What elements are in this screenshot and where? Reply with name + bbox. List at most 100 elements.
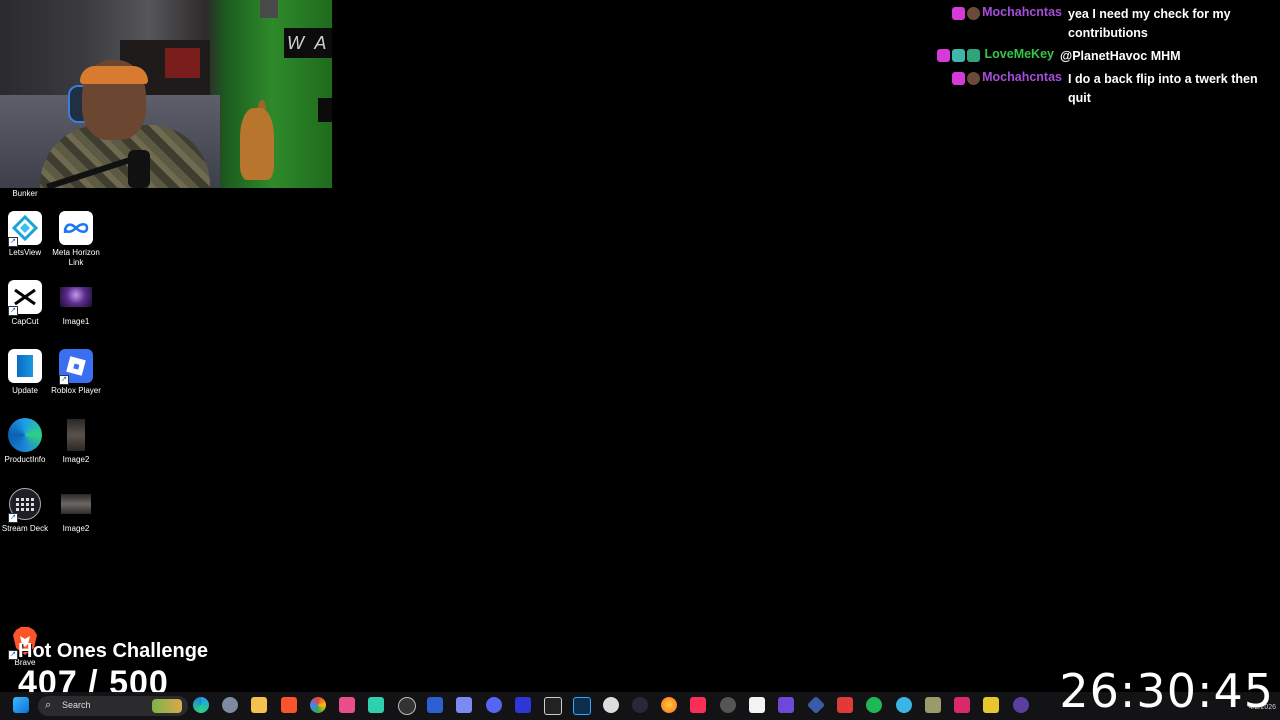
challenge-title: Hot Ones Challenge [18, 640, 209, 662]
webcam-shelf-item [165, 48, 200, 78]
update-icon [8, 349, 42, 383]
app-icon[interactable] [749, 697, 765, 713]
desktop-icon-label: Stream Deck [1, 524, 49, 533]
app-icon[interactable] [954, 697, 970, 713]
wall-sign: W A [284, 28, 332, 58]
shortcut-arrow-icon: ↗ [8, 513, 18, 523]
start-icon[interactable] [13, 697, 29, 713]
desktop-icon-letsview[interactable]: ↗ LetsView [0, 211, 50, 258]
gamepad-icon[interactable] [456, 697, 472, 713]
shortcut-arrow-icon: ↗ [8, 650, 18, 660]
chat-badges [932, 47, 980, 66]
chat-username: LoveMeKey [984, 47, 1054, 61]
chat-message: LoveMeKey @PlanetHavoc MHM [937, 47, 1275, 66]
chat-message: Mochahcntas I do a back flip into a twer… [940, 70, 1275, 108]
app-icon[interactable] [925, 697, 941, 713]
app-icon[interactable] [368, 697, 384, 713]
itunes-icon[interactable] [690, 697, 706, 713]
roblox-icon: ↗ [59, 349, 93, 385]
photoshop-icon[interactable] [573, 697, 591, 715]
app-icon[interactable] [544, 697, 562, 715]
settings-icon[interactable] [222, 697, 238, 713]
desktop-icon-label: Roblox Player [51, 386, 101, 395]
app-icon[interactable] [339, 697, 355, 713]
spotify-icon[interactable] [866, 697, 882, 713]
desktop-icon-label: Image2 [62, 524, 90, 533]
desktop-icon-label: Meta Horizon Link [52, 248, 100, 267]
edge-icon[interactable] [193, 697, 209, 713]
edge-icon [8, 418, 42, 452]
desktop-icon-image1[interactable]: Image1 [51, 280, 101, 327]
search-label: Search [62, 700, 91, 710]
discord-icon[interactable] [486, 697, 502, 713]
search-highlight-icon [152, 699, 182, 713]
sub-badge-icon [952, 7, 965, 20]
chat-text: I do a back flip into a twerk then quit [1068, 72, 1258, 105]
kangaroo-plush [240, 108, 274, 180]
chat-text: yea I need my check for my contributions [1068, 7, 1231, 40]
stream-timer: 26:30:45 [1059, 664, 1274, 718]
file-explorer-icon[interactable] [251, 697, 267, 713]
chrome-icon[interactable] [310, 697, 326, 713]
chat-username: Mochahcntas [982, 70, 1062, 84]
image-thumbnail-icon [59, 487, 93, 521]
image-thumbnail-icon [59, 280, 93, 314]
desktop-label-bunker[interactable]: Bunker [0, 189, 50, 198]
app-icon[interactable] [896, 697, 912, 713]
taskbar-search[interactable]: ⌕ Search [38, 696, 188, 716]
app-icon[interactable] [778, 697, 794, 713]
desktop-icon-label: Image1 [62, 317, 90, 326]
desktop-icon-label: LetsView [8, 248, 42, 257]
desktop-icon-stream-deck[interactable]: ↗ Stream Deck [0, 487, 50, 534]
chat-text: @PlanetHavoc MHM [1060, 49, 1181, 63]
desktop-icon-label: Image2 [62, 455, 90, 464]
webcam-light [260, 0, 278, 18]
microphone [128, 150, 150, 188]
wall-sign-small [318, 98, 332, 122]
chat-badges [940, 5, 980, 43]
app-icon[interactable] [1013, 697, 1029, 713]
vegas-icon[interactable] [515, 697, 531, 713]
chat-badges [940, 70, 980, 108]
desktop-icon-productinfo[interactable]: ProductInfo [0, 418, 50, 465]
brave-icon[interactable] [281, 697, 297, 713]
sub-badge-icon [952, 72, 965, 85]
desktop-icon-label: CapCut [11, 317, 39, 326]
chat-message: Mochahcntas yea I need my check for my c… [940, 5, 1275, 43]
chat-overlay: Mochahcntas yea I need my check for my c… [937, 5, 1275, 112]
desktop-icon-image2-b[interactable]: Image2 [51, 487, 101, 534]
webcam-overlay: W A [0, 0, 332, 188]
sub-badge-icon [937, 49, 950, 62]
image-thumbnail-icon [59, 418, 93, 452]
obs-icon[interactable] [398, 697, 416, 715]
firefox-icon[interactable] [661, 697, 677, 713]
app-icon[interactable] [427, 697, 443, 713]
capcut-icon: ↗ [8, 280, 42, 316]
app-icon[interactable] [806, 695, 826, 715]
gift-badge-icon [952, 49, 965, 62]
app-icon[interactable] [632, 697, 648, 713]
meta-icon [59, 211, 93, 245]
chat-username: Mochahcntas [982, 5, 1062, 19]
app-icon[interactable] [837, 697, 853, 713]
search-icon: ⌕ [45, 699, 52, 711]
desktop-icon-update[interactable]: Update [0, 349, 50, 396]
desktop-icon-label: Update [12, 386, 38, 395]
avatar-badge-icon [967, 72, 980, 85]
desktop-icon-capcut[interactable]: ↗ CapCut [0, 280, 50, 327]
headband [80, 66, 148, 84]
desktop-icon-image2[interactable]: Image2 [51, 418, 101, 465]
shortcut-arrow-icon: ↗ [8, 306, 18, 316]
avatar-badge-icon [967, 7, 980, 20]
app-icon[interactable] [720, 697, 736, 713]
app-icon[interactable] [983, 697, 999, 713]
stream-deck-icon: ↗ [8, 487, 42, 523]
desktop-icon-roblox-player[interactable]: ↗ Roblox Player [51, 349, 101, 396]
shortcut-arrow-icon: ↗ [8, 237, 18, 247]
desktop-icon-meta-horizon-link[interactable]: Meta Horizon Link [51, 211, 101, 268]
letsview-icon: ↗ [8, 211, 42, 247]
desktop-icon-label: ProductInfo [4, 455, 46, 464]
shortcut-arrow-icon: ↗ [59, 375, 69, 385]
gift-badge-icon [967, 49, 980, 62]
app-icon[interactable] [603, 697, 619, 713]
